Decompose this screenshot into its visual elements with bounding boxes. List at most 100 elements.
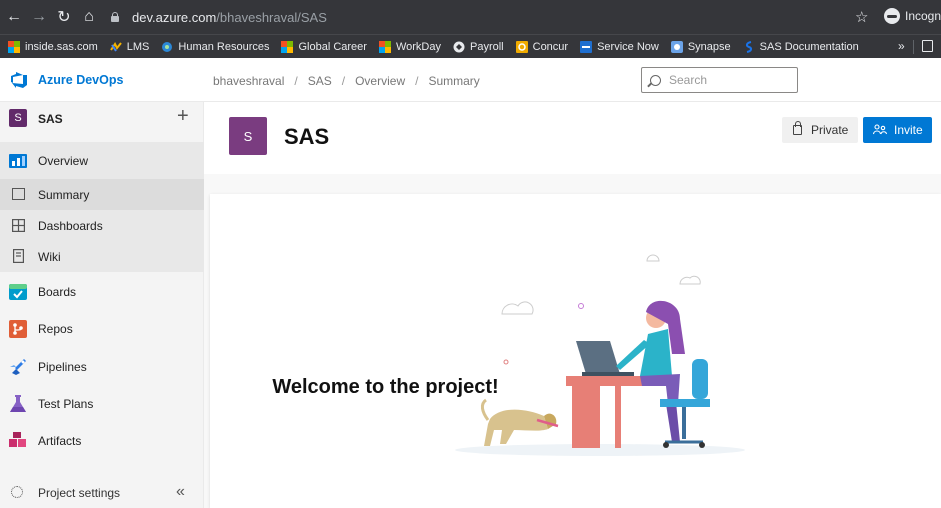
wiki-icon (13, 249, 24, 263)
search-icon (650, 74, 661, 86)
sidebar-item-label: Pipelines (38, 359, 87, 374)
private-label: Private (811, 123, 849, 137)
app-title[interactable]: Azure DevOps (38, 73, 123, 87)
dashboards-icon (12, 219, 25, 232)
project-avatar-large: S (229, 117, 267, 155)
artifacts-icon (9, 432, 26, 447)
incognito-indicator[interactable]: Incogni (884, 8, 941, 24)
sidebar: S SAS + Overview Summary Dashboards Wiki… (0, 102, 204, 508)
project-settings-label: Project settings (38, 486, 121, 500)
hr-icon (162, 41, 173, 52)
sidebar-item-boards[interactable]: Boards (0, 273, 204, 310)
bookmark-label: inside.sas.com (25, 40, 98, 53)
bookmark-workday[interactable]: WorkDay (378, 40, 441, 53)
sidebar-item-label: Overview (38, 153, 89, 168)
repos-icon (9, 320, 27, 338)
lock-icon (110, 12, 120, 22)
bookmark-label: Payroll (470, 40, 504, 53)
bookmark-payroll[interactable]: Payroll (453, 41, 504, 53)
bookmarks-bar: inside.sas.com LMS Human Resources Globa… (0, 34, 941, 58)
invite-label: Invite (894, 123, 923, 137)
bookmark-lms[interactable]: LMS (109, 40, 150, 53)
breadcrumb-project[interactable]: SAS (308, 74, 332, 88)
bookmarks-divider (913, 40, 914, 54)
page-title: SAS (284, 124, 330, 149)
sidebar-item-label: Repos (38, 321, 73, 336)
cloud-icon (501, 301, 534, 315)
sidebar-item-label: Artifacts (38, 433, 82, 448)
new-project-button[interactable]: + (177, 105, 189, 128)
bookmark-label: SAS Documentation (759, 40, 859, 53)
collapse-sidebar-button[interactable]: « (176, 483, 185, 501)
lms-icon (109, 41, 122, 52)
search-placeholder: Search (669, 73, 708, 87)
breadcrumb-separator: / (294, 74, 298, 88)
sidebar-item-label: Wiki (38, 249, 61, 264)
bookmark-label: Global Career (298, 40, 367, 53)
forward-icon[interactable]: → (28, 6, 50, 28)
project-header: S SAS Private Invite (204, 102, 941, 174)
bookmark-star-icon[interactable]: ☆ (855, 8, 868, 26)
sidebar-item-summary[interactable]: Summary (0, 179, 204, 210)
bookmark-label: Human Resources (178, 40, 270, 53)
address-bar[interactable]: dev.azure.com/bhaveshraval/SAS (110, 6, 870, 28)
ms-logo-icon (8, 40, 20, 53)
back-icon[interactable]: ← (3, 6, 25, 28)
welcome-card (210, 194, 941, 508)
sidebar-item-label: Boards (38, 284, 77, 299)
welcome-illustration (455, 254, 745, 456)
breadcrumb-separator: / (341, 74, 346, 88)
azure-devops-logo-icon[interactable] (10, 72, 28, 88)
bookmark-label: Service Now (597, 40, 659, 53)
overview-icon (9, 154, 27, 168)
ms-logo-icon (281, 40, 294, 53)
sidebar-item-label: Summary (38, 187, 90, 202)
breadcrumb: bhaveshraval / SAS / Overview / Summary (213, 74, 480, 88)
browser-toolbar: ← → ↻ ⌂ dev.azure.com/bhaveshraval/SAS ☆… (0, 0, 941, 34)
sidebar-item-artifacts[interactable]: Artifacts (0, 422, 204, 459)
bookmark-global-career[interactable]: Global Career (281, 40, 367, 53)
concur-icon (515, 40, 528, 53)
bookmarks-more-button[interactable]: » (898, 39, 905, 53)
sidebar-item-repos[interactable]: Repos (0, 310, 204, 347)
add-people-icon (873, 124, 887, 135)
project-switcher[interactable]: S SAS + (0, 102, 204, 140)
sidebar-item-dashboards[interactable]: Dashboards (0, 210, 204, 241)
welcome-title: Welcome to the project! (272, 376, 499, 398)
servicenow-icon (580, 40, 593, 53)
boards-icon (9, 284, 27, 300)
sas-icon (745, 40, 752, 53)
reload-icon[interactable]: ↻ (53, 6, 75, 28)
lock-icon (793, 121, 802, 135)
sidebar-item-wiki[interactable]: Wiki (0, 241, 204, 272)
bookmark-sas-documentation[interactable]: SAS Documentation (743, 41, 859, 53)
bookmark-concur[interactable]: Concur (515, 40, 569, 53)
ado-header: Azure DevOps bhaveshraval / SAS / Overvi… (0, 58, 941, 143)
url-host: dev.azure.com (132, 9, 217, 25)
incognito-label: Incogni (905, 9, 941, 23)
project-name: SAS (38, 112, 63, 126)
bookmark-synapse[interactable]: Synapse (670, 40, 731, 53)
home-icon[interactable]: ⌂ (78, 6, 100, 28)
invite-button[interactable]: Invite (863, 117, 932, 143)
bookmark-label: WorkDay (395, 40, 441, 53)
sidebar-item-label: Dashboards (38, 218, 103, 233)
project-avatar: S (9, 109, 27, 127)
reading-list-icon[interactable] (922, 40, 933, 52)
bookmark-service-now[interactable]: Service Now (580, 40, 659, 53)
sidebar-item-overview[interactable]: Overview (0, 142, 204, 179)
cloud-icon (679, 275, 701, 285)
search-input[interactable]: Search (641, 67, 798, 93)
project-settings-button[interactable]: Project settings « (0, 478, 204, 508)
breadcrumb-org[interactable]: bhaveshraval (213, 74, 284, 88)
incognito-icon (884, 8, 900, 24)
bookmark-human-resources[interactable]: Human Resources (161, 41, 269, 53)
bookmark-label: Concur (532, 40, 569, 53)
cloud-icon (646, 254, 660, 262)
breadcrumb-overview[interactable]: Overview (355, 74, 405, 88)
private-button[interactable]: Private (782, 117, 858, 143)
bookmark-label: LMS (126, 40, 150, 53)
bookmark-inside-sas[interactable]: inside.sas.com (8, 40, 98, 53)
breadcrumb-summary[interactable]: Summary (428, 74, 479, 88)
gear-icon (11, 486, 23, 498)
